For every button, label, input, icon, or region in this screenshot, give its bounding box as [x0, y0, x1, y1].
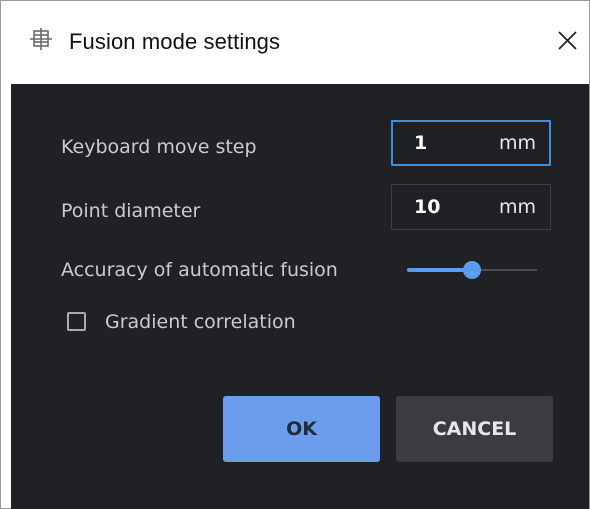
- fusion-settings-dialog: Fusion mode settings Keyboard move step …: [0, 0, 590, 509]
- settings-panel: Keyboard move step 1 mm Point diameter 1…: [11, 84, 589, 509]
- accuracy-slider[interactable]: [407, 260, 537, 280]
- point-diameter-label: Point diameter: [61, 200, 201, 222]
- keyboard-move-step-value: 1: [414, 132, 428, 154]
- keyboard-move-step-label: Keyboard move step: [61, 136, 257, 158]
- fusion-crosshair-icon: [30, 28, 52, 50]
- point-diameter-value: 10: [414, 196, 441, 218]
- keyboard-move-step-unit: mm: [498, 132, 536, 154]
- slider-thumb[interactable]: [463, 261, 481, 279]
- dialog-title: Fusion mode settings: [69, 29, 281, 54]
- cancel-button[interactable]: CANCEL: [396, 396, 553, 462]
- ok-button[interactable]: OK: [223, 396, 380, 462]
- keyboard-move-step-input[interactable]: 1 mm: [391, 120, 551, 166]
- accuracy-label: Accuracy of automatic fusion: [61, 259, 338, 281]
- gradient-correlation-checkbox[interactable]: [67, 312, 86, 331]
- dialog-titlebar: Fusion mode settings: [1, 1, 589, 84]
- point-diameter-unit: mm: [498, 196, 536, 218]
- gradient-correlation-label: Gradient correlation: [105, 311, 296, 333]
- close-icon: [558, 31, 577, 50]
- close-button[interactable]: [549, 21, 585, 61]
- point-diameter-input[interactable]: 10 mm: [391, 184, 551, 230]
